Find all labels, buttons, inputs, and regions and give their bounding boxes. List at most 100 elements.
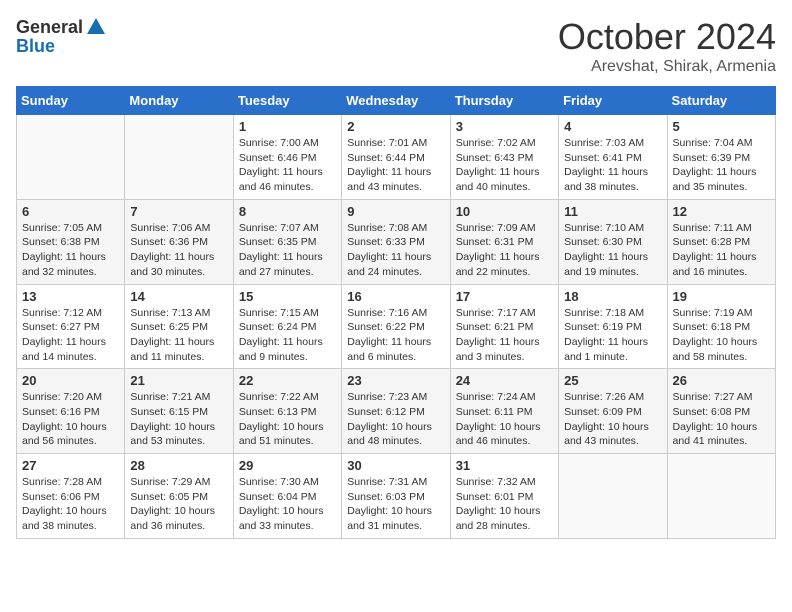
- calendar-week-2: 6 Sunrise: 7:05 AMSunset: 6:38 PMDaylight…: [17, 199, 776, 284]
- day-number: 4: [564, 119, 661, 134]
- calendar-cell: 2 Sunrise: 7:01 AMSunset: 6:44 PMDaylight…: [342, 115, 450, 200]
- weekday-saturday: Saturday: [667, 87, 775, 115]
- day-info: Sunrise: 7:13 AMSunset: 6:25 PMDaylight:…: [130, 306, 227, 365]
- calendar-cell: 23 Sunrise: 7:23 AMSunset: 6:12 PMDayligh…: [342, 369, 450, 454]
- day-number: 7: [130, 204, 227, 219]
- day-number: 11: [564, 204, 661, 219]
- day-info: Sunrise: 7:31 AMSunset: 6:03 PMDaylight:…: [347, 475, 444, 534]
- day-info: Sunrise: 7:16 AMSunset: 6:22 PMDaylight:…: [347, 306, 444, 365]
- weekday-wednesday: Wednesday: [342, 87, 450, 115]
- calendar-cell: 12 Sunrise: 7:11 AMSunset: 6:28 PMDayligh…: [667, 199, 775, 284]
- day-number: 28: [130, 458, 227, 473]
- day-info: Sunrise: 7:08 AMSunset: 6:33 PMDaylight:…: [347, 221, 444, 280]
- day-info: Sunrise: 7:32 AMSunset: 6:01 PMDaylight:…: [456, 475, 553, 534]
- day-number: 16: [347, 289, 444, 304]
- day-info: Sunrise: 7:23 AMSunset: 6:12 PMDaylight:…: [347, 390, 444, 449]
- day-number: 8: [239, 204, 336, 219]
- calendar-cell: 4 Sunrise: 7:03 AMSunset: 6:41 PMDaylight…: [559, 115, 667, 200]
- day-number: 31: [456, 458, 553, 473]
- calendar-cell: 20 Sunrise: 7:20 AMSunset: 6:16 PMDayligh…: [17, 369, 125, 454]
- calendar-cell: 17 Sunrise: 7:17 AMSunset: 6:21 PMDayligh…: [450, 284, 558, 369]
- day-number: 25: [564, 373, 661, 388]
- calendar-cell: 5Sunrise: 7:04 AMSunset: 6:39 PMDaylight…: [667, 115, 775, 200]
- calendar-cell: 26Sunrise: 7:27 AMSunset: 6:08 PMDayligh…: [667, 369, 775, 454]
- logo-icon: [85, 16, 107, 38]
- location-subtitle: Arevshat, Shirak, Armenia: [558, 58, 776, 76]
- calendar-cell: 11 Sunrise: 7:10 AMSunset: 6:30 PMDayligh…: [559, 199, 667, 284]
- calendar-cell: 9 Sunrise: 7:08 AMSunset: 6:33 PMDaylight…: [342, 199, 450, 284]
- calendar-cell: 25 Sunrise: 7:26 AMSunset: 6:09 PMDayligh…: [559, 369, 667, 454]
- day-number: 1: [239, 119, 336, 134]
- day-info: Sunrise: 7:28 AMSunset: 6:06 PMDaylight:…: [22, 475, 119, 534]
- day-number: 18: [564, 289, 661, 304]
- month-title: October 2024: [558, 16, 776, 58]
- calendar-cell: [667, 454, 775, 539]
- day-info: Sunrise: 7:17 AMSunset: 6:21 PMDaylight:…: [456, 306, 553, 365]
- calendar-cell: 10 Sunrise: 7:09 AMSunset: 6:31 PMDayligh…: [450, 199, 558, 284]
- title-block: October 2024 Arevshat, Shirak, Armenia: [558, 16, 776, 76]
- day-number: 30: [347, 458, 444, 473]
- day-number: 6: [22, 204, 119, 219]
- calendar-table: SundayMondayTuesdayWednesdayThursdayFrid…: [16, 86, 776, 539]
- calendar-cell: 30 Sunrise: 7:31 AMSunset: 6:03 PMDayligh…: [342, 454, 450, 539]
- day-info: Sunrise: 7:10 AMSunset: 6:30 PMDaylight:…: [564, 221, 661, 280]
- weekday-thursday: Thursday: [450, 87, 558, 115]
- calendar-week-4: 20 Sunrise: 7:20 AMSunset: 6:16 PMDayligh…: [17, 369, 776, 454]
- logo: General Blue: [16, 16, 107, 57]
- day-info: Sunrise: 7:01 AMSunset: 6:44 PMDaylight:…: [347, 136, 444, 195]
- weekday-tuesday: Tuesday: [233, 87, 341, 115]
- day-info: Sunrise: 7:29 AMSunset: 6:05 PMDaylight:…: [130, 475, 227, 534]
- day-number: 27: [22, 458, 119, 473]
- day-number: 24: [456, 373, 553, 388]
- day-number: 9: [347, 204, 444, 219]
- day-number: 22: [239, 373, 336, 388]
- day-info: Sunrise: 7:22 AMSunset: 6:13 PMDaylight:…: [239, 390, 336, 449]
- day-number: 3: [456, 119, 553, 134]
- day-info: Sunrise: 7:20 AMSunset: 6:16 PMDaylight:…: [22, 390, 119, 449]
- day-info: Sunrise: 7:21 AMSunset: 6:15 PMDaylight:…: [130, 390, 227, 449]
- logo-general-text: General: [16, 17, 83, 38]
- calendar-cell: 15Sunrise: 7:15 AMSunset: 6:24 PMDayligh…: [233, 284, 341, 369]
- day-info: Sunrise: 7:09 AMSunset: 6:31 PMDaylight:…: [456, 221, 553, 280]
- day-info: Sunrise: 7:11 AMSunset: 6:28 PMDaylight:…: [673, 221, 770, 280]
- weekday-friday: Friday: [559, 87, 667, 115]
- calendar-week-5: 27 Sunrise: 7:28 AMSunset: 6:06 PMDayligh…: [17, 454, 776, 539]
- day-info: Sunrise: 7:05 AMSunset: 6:38 PMDaylight:…: [22, 221, 119, 280]
- calendar-cell: 18 Sunrise: 7:18 AMSunset: 6:19 PMDayligh…: [559, 284, 667, 369]
- calendar-cell: 6 Sunrise: 7:05 AMSunset: 6:38 PMDaylight…: [17, 199, 125, 284]
- day-number: 29: [239, 458, 336, 473]
- calendar-cell: 24Sunrise: 7:24 AMSunset: 6:11 PMDayligh…: [450, 369, 558, 454]
- day-info: Sunrise: 7:18 AMSunset: 6:19 PMDaylight:…: [564, 306, 661, 365]
- day-number: 20: [22, 373, 119, 388]
- calendar-week-3: 13 Sunrise: 7:12 AMSunset: 6:27 PMDayligh…: [17, 284, 776, 369]
- calendar-body: 1 Sunrise: 7:00 AMSunset: 6:46 PMDaylight…: [17, 115, 776, 539]
- day-info: Sunrise: 7:06 AMSunset: 6:36 PMDaylight:…: [130, 221, 227, 280]
- calendar-cell: 22 Sunrise: 7:22 AMSunset: 6:13 PMDayligh…: [233, 369, 341, 454]
- day-number: 5: [673, 119, 770, 134]
- calendar-cell: 16 Sunrise: 7:16 AMSunset: 6:22 PMDayligh…: [342, 284, 450, 369]
- day-info: Sunrise: 7:26 AMSunset: 6:09 PMDaylight:…: [564, 390, 661, 449]
- day-info: Sunrise: 7:02 AMSunset: 6:43 PMDaylight:…: [456, 136, 553, 195]
- calendar-cell: 31 Sunrise: 7:32 AMSunset: 6:01 PMDayligh…: [450, 454, 558, 539]
- day-number: 13: [22, 289, 119, 304]
- day-info: Sunrise: 7:00 AMSunset: 6:46 PMDaylight:…: [239, 136, 336, 195]
- logo-blue-text: Blue: [16, 36, 55, 57]
- day-info: Sunrise: 7:03 AMSunset: 6:41 PMDaylight:…: [564, 136, 661, 195]
- calendar-cell: 27 Sunrise: 7:28 AMSunset: 6:06 PMDayligh…: [17, 454, 125, 539]
- calendar-cell: 28 Sunrise: 7:29 AMSunset: 6:05 PMDayligh…: [125, 454, 233, 539]
- day-number: 12: [673, 204, 770, 219]
- day-info: Sunrise: 7:07 AMSunset: 6:35 PMDaylight:…: [239, 221, 336, 280]
- day-info: Sunrise: 7:15 AMSunset: 6:24 PMDaylight:…: [239, 306, 336, 365]
- day-number: 21: [130, 373, 227, 388]
- day-number: 10: [456, 204, 553, 219]
- weekday-header-row: SundayMondayTuesdayWednesdayThursdayFrid…: [17, 87, 776, 115]
- day-info: Sunrise: 7:19 AMSunset: 6:18 PMDaylight:…: [673, 306, 770, 365]
- calendar-cell: 7 Sunrise: 7:06 AMSunset: 6:36 PMDaylight…: [125, 199, 233, 284]
- day-number: 2: [347, 119, 444, 134]
- calendar-cell: 29Sunrise: 7:30 AMSunset: 6:04 PMDayligh…: [233, 454, 341, 539]
- weekday-monday: Monday: [125, 87, 233, 115]
- day-number: 17: [456, 289, 553, 304]
- day-info: Sunrise: 7:12 AMSunset: 6:27 PMDaylight:…: [22, 306, 119, 365]
- day-number: 23: [347, 373, 444, 388]
- day-info: Sunrise: 7:27 AMSunset: 6:08 PMDaylight:…: [673, 390, 770, 449]
